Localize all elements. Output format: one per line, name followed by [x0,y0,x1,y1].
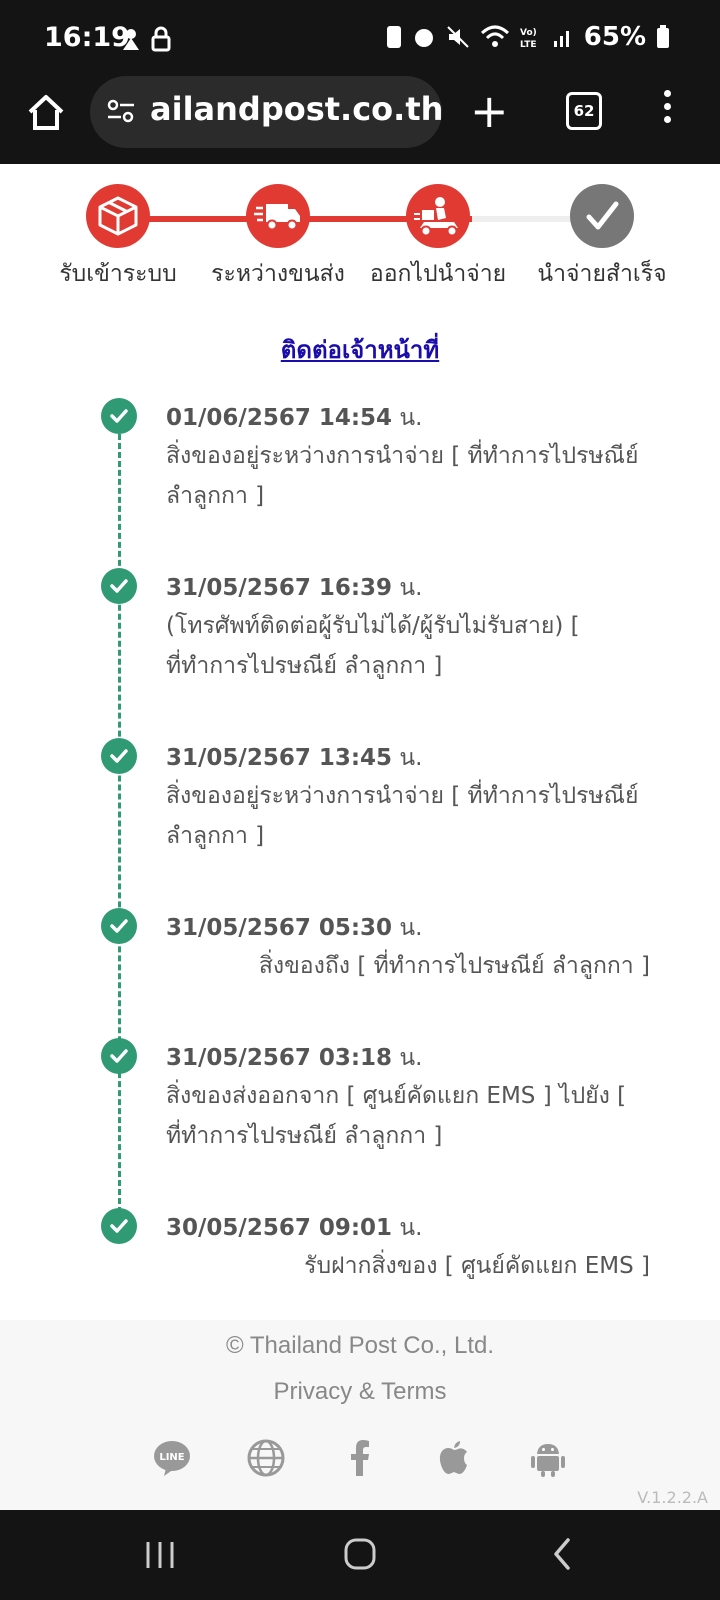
entry-description: (โทรศัพท์ติดต่อผู้รับไม่ได้/ผู้รับไม่รับ… [166,613,580,679]
tab-switcher-button[interactable]: 62 [566,92,602,130]
volte-icon: Vo) LTE [520,28,537,49]
signal-icon [553,31,569,47]
new-tab-button[interactable]: + [470,88,509,134]
site-settings-icon[interactable] [106,98,136,124]
entry-datetime: 31/05/2567 05:30 [166,915,393,941]
entry-datetime: 01/06/2567 14:54 [166,405,393,431]
globe-icon[interactable] [246,1438,286,1478]
address-bar[interactable]: ailandpost.co.th [90,76,444,148]
home-nav-button[interactable] [342,1536,378,1572]
check-circle-icon [101,1038,137,1074]
entry-time-suffix: น. [392,915,423,941]
copyright-text: © Thailand Post Co., Ltd. [225,1332,495,1359]
entry-datetime: 31/05/2567 13:45 [166,745,393,771]
entry-time-suffix: น. [392,575,423,601]
step-delivered: นำจ่ายสำเร็จ [502,184,702,292]
svg-text:LINE: LINE [159,1452,184,1463]
check-icon [586,201,619,230]
entry-description: สิ่งของถึง [ ที่ทำการไปรษณีย์ ลำลูกกา ] [258,953,650,979]
entry-datetime: 30/05/2567 09:01 [166,1215,393,1241]
entry-description: สิ่งของอยู่ระหว่างการนำจ่าย [ ที่ทำการไป… [166,443,639,509]
entry-description: รับฝากสิ่งของ [ ศูนย์คัดแยก EMS ] [304,1253,650,1279]
step-label: นำจ่ายสำเร็จ [537,261,667,287]
entry-time-suffix: น. [392,405,423,431]
timeline-connector [118,416,121,1222]
check-circle-icon [101,398,137,434]
notification-icon [123,29,139,50]
line-icon[interactable]: LINE [152,1438,192,1478]
android-icon[interactable] [528,1438,568,1478]
entry-description: สิ่งของอยู่ระหว่างการนำจ่าย [ ที่ทำการไป… [166,783,639,849]
privacy-terms-link[interactable]: Privacy & Terms [0,1378,720,1406]
apple-icon[interactable] [434,1438,474,1478]
status-bar: 16:19 Vo) LTE 65% [0,0,720,76]
check-circle-icon [101,1208,137,1244]
courier-icon [414,197,458,237]
svg-text:Vo): Vo) [520,28,537,38]
battery-icon [657,25,669,48]
contact-staff-link[interactable]: ติดต่อเจ้าหน้าที่ [0,330,720,369]
alarm-icon [414,29,433,47]
check-circle-icon [101,568,137,604]
version-label: V.1.2.2.A [637,1488,708,1507]
truck-icon [254,204,300,231]
entry-time-suffix: น. [392,745,423,771]
status-time: 16:19 [44,22,130,53]
box-icon [98,196,138,236]
system-nav-bar [0,1510,720,1600]
entry-time-suffix: น. [392,1215,423,1241]
home-button[interactable] [24,90,68,134]
sim-icon [386,26,401,48]
footer: © Thailand Post Co., Ltd. Privacy & Term… [0,1320,720,1510]
check-circle-icon [101,908,137,944]
browser-toolbar: ailandpost.co.th + 62 [0,76,720,164]
facebook-icon[interactable] [340,1438,380,1478]
lock-icon [151,26,171,52]
recent-apps-button[interactable] [142,1538,178,1572]
battery-percent: 65% [583,22,646,52]
entry-description: สิ่งของส่งออกจาก [ ศูนย์คัดแยก EMS ] ไปย… [166,1083,627,1149]
mute-icon [447,26,469,48]
entry-time-suffix: น. [392,1045,423,1071]
check-circle-icon [101,738,137,774]
url-text: ailandpost.co.th [150,90,444,128]
entry-datetime: 31/05/2567 16:39 [166,575,393,601]
tracking-stepper: รับเข้าระบบ ระหว่างขนส่ง ออกไปนำจ่าย นำจ… [0,164,720,304]
menu-button[interactable] [664,90,674,129]
wifi-icon [480,25,509,47]
svg-text:LTE: LTE [520,40,537,49]
back-button[interactable] [548,1536,576,1572]
entry-datetime: 31/05/2567 03:18 [166,1045,393,1071]
